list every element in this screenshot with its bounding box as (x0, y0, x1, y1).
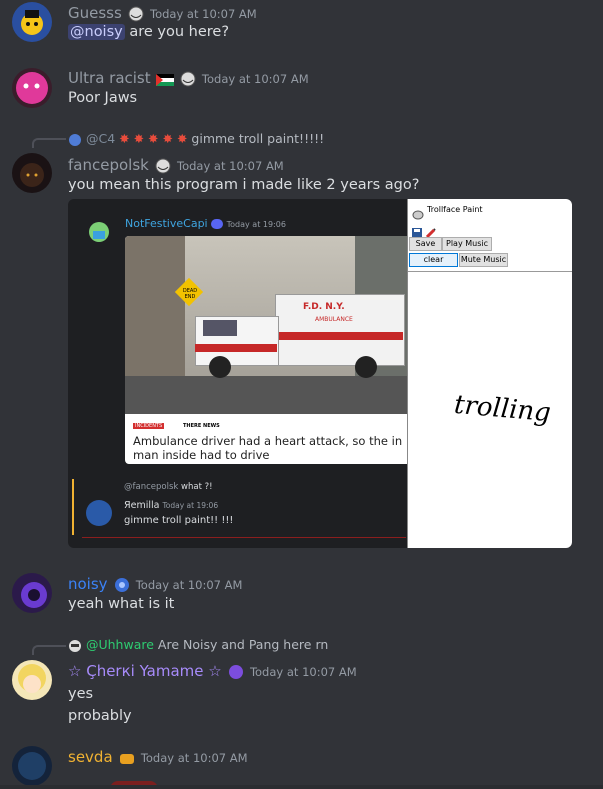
inner-reply-preview: @fancepolsk what ?! (124, 482, 213, 492)
avatar-ultra-racist[interactable] (12, 68, 52, 108)
avatar-image (21, 582, 47, 608)
trollface-badge-icon (127, 6, 145, 22)
paint-window: Trollface Paint Save Play Music clear Mu… (407, 199, 572, 548)
inner-username: NotFestiveCapi (125, 217, 208, 230)
username[interactable]: sevda (68, 748, 113, 766)
message-header: ☆ Çherкi Yamame ☆ Today at 10:07 AM (68, 661, 357, 680)
message-content: yes probably (68, 683, 132, 727)
message-header: sevda Today at 10:07 AM (68, 747, 248, 766)
reply-avatar-icon (68, 133, 82, 147)
reply-connector (32, 645, 66, 655)
reply-avatar-icon (68, 639, 82, 653)
drawing-canvas[interactable]: trolling (408, 272, 572, 548)
timestamp: Today at 10:07 AM (140, 751, 248, 765)
avatar-image (21, 10, 43, 35)
news-source: THERE NEWS (183, 423, 220, 429)
avatar-fancepolsk[interactable] (12, 153, 52, 193)
reply-connector (32, 138, 66, 148)
timestamp: Today at 10:07 AM (249, 665, 357, 679)
inner-avatar (88, 221, 110, 247)
message-text: are you here? (124, 24, 230, 40)
timestamp: Today at 10:07 AM (177, 159, 284, 173)
ambulance: F.D. N.Y. AMBULANCE (195, 294, 405, 386)
role-icon (113, 577, 131, 593)
message-text: yeah what is it (68, 596, 175, 612)
attached-image[interactable]: NotFestiveCapi Today at 19:06 DEAD END F… (68, 199, 572, 548)
canvas-scribble: trolling (452, 389, 552, 429)
message-header: fancepolsk Today at 10:07 AM (68, 155, 284, 174)
timestamp: Today at 10:07 AM (201, 72, 309, 86)
reply-preview[interactable]: @Uhhware Are Noisy and Pang here rn (68, 637, 328, 653)
role-icon (118, 750, 136, 766)
inner-reply-ref-text: what ?! (181, 482, 213, 492)
truck-sub: AMBULANCE (315, 316, 353, 323)
message-text: you mean this program i made like 2 year… (68, 177, 420, 193)
reply-text: gimme troll paint!!!!! (191, 131, 325, 146)
role-icon (227, 664, 245, 680)
message-header: noisy Today at 10:07 AM (68, 574, 242, 593)
bottom-edge (0, 785, 603, 789)
inner-reply-avatar (86, 500, 112, 526)
inner-reply-ts: Today at 19:06 (162, 501, 219, 510)
explosion-emojis: ✸ ✸ ✸ ✸ ✸ (119, 131, 188, 146)
avatar-image (16, 72, 48, 104)
username[interactable]: ☆ Çherкi Yamame ☆ (68, 662, 222, 680)
news-headline-line2: man inside had to drive (133, 448, 270, 462)
timestamp: Today at 10:07 AM (135, 578, 243, 592)
reply-text: Are Noisy and Pang here rn (157, 637, 329, 652)
reply-username[interactable]: @Uhhware (86, 637, 154, 652)
clear-button[interactable]: clear (409, 253, 458, 267)
avatar-image (20, 163, 44, 187)
avatar-sevda[interactable] (12, 746, 52, 786)
news-card: DEAD END F.D. N.Y. AMBULANCE INCIDENTS T… (125, 236, 415, 464)
reply-username[interactable]: @C4 (86, 131, 115, 146)
save-button[interactable]: Save (409, 237, 442, 251)
avatar-image (18, 752, 46, 780)
timestamp: Today at 10:07 AM (150, 7, 257, 21)
news-headline-line1: Ambulance driver had a heart attack, so … (133, 434, 403, 448)
username[interactable]: Guesss (68, 4, 122, 22)
message-header: Guesss Today at 10:07 AM (68, 3, 257, 22)
message-line: probably (68, 708, 132, 724)
user-mention[interactable]: @noisy (68, 24, 125, 40)
avatar-cherki[interactable] (12, 660, 52, 700)
inner-header: NotFestiveCapi Today at 19:06 (125, 217, 286, 230)
username[interactable]: noisy (68, 575, 108, 593)
paint-app-icon (412, 205, 424, 224)
inner-reply-msg: gimme troll paint!! !!! (124, 515, 234, 526)
message-text: Poor Jaws (68, 90, 138, 106)
message-header: Ultra racist Today at 10:07 AM (68, 68, 309, 87)
mute-music-button[interactable]: Mute Music (459, 253, 508, 267)
message-line: yes (68, 686, 94, 702)
news-tag: INCIDENTS (133, 423, 165, 429)
reply-preview[interactable]: @C4 ✸ ✸ ✸ ✸ ✸ gimme troll paint!!!!! (68, 131, 324, 147)
trollface-badge-icon (154, 158, 172, 174)
avatar-guesss[interactable] (12, 2, 52, 42)
inner-reply-header: Яemilla Today at 19:06 (124, 500, 218, 511)
flag-icon (155, 71, 174, 87)
play-music-button[interactable]: Play Music (442, 237, 492, 251)
news-photo: DEAD END F.D. N.Y. AMBULANCE (125, 236, 415, 414)
news-headline: Ambulance driver had a heart attack, so … (133, 434, 402, 462)
highlight-bar (72, 479, 74, 535)
username[interactable]: fancepolsk (68, 156, 149, 174)
inner-reply-user: Яemilla (124, 500, 160, 511)
truck-text: F.D. N.Y. (303, 302, 345, 312)
avatar-image (18, 664, 46, 693)
username[interactable]: Ultra racist (68, 69, 151, 87)
message-content: @noisy are you here? (68, 24, 229, 40)
avatar-noisy[interactable] (12, 573, 52, 613)
trollface-badge-icon (179, 71, 197, 87)
inner-reply-ref: @fancepolsk (124, 482, 179, 492)
paint-title: Trollface Paint (427, 205, 483, 214)
inner-badge-icon (211, 219, 224, 229)
inner-timestamp: Today at 19:06 (226, 220, 286, 229)
divider (82, 537, 406, 538)
